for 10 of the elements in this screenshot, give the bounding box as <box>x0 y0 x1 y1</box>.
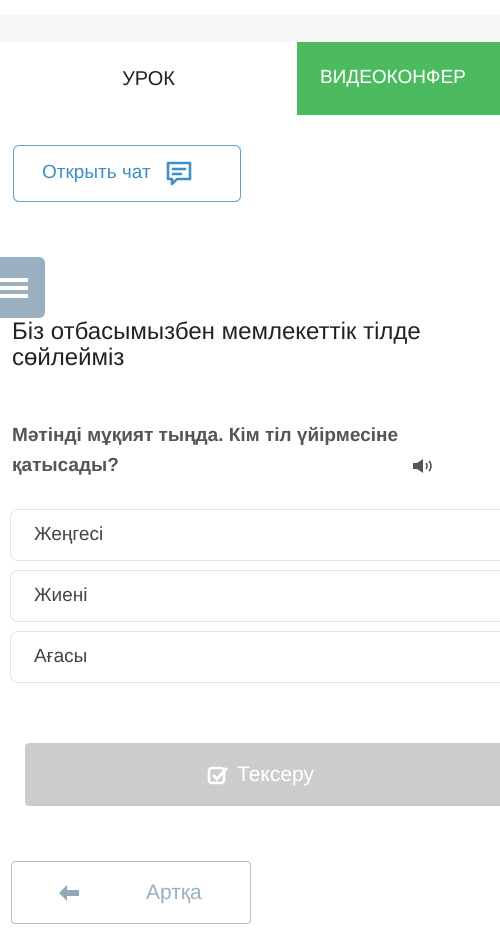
open-chat-button[interactable]: Открыть чат <box>13 145 241 202</box>
answer-option[interactable]: Жеңгесі <box>10 509 500 561</box>
arrow-left-icon <box>58 884 80 902</box>
chat-icon <box>164 160 193 188</box>
answer-option[interactable]: Ағасы <box>10 631 500 683</box>
question-text: Мәтінді мұқият тыңда. Кім тіл үйірмесіне қатысады? <box>12 424 400 478</box>
answer-option[interactable]: Жиені <box>10 570 500 622</box>
lesson-title: Біз отбасымызбен мемлекеттік тілде сөйлейміз <box>11 319 422 371</box>
checkbox-icon <box>207 764 230 786</box>
menu-icon <box>0 276 28 300</box>
